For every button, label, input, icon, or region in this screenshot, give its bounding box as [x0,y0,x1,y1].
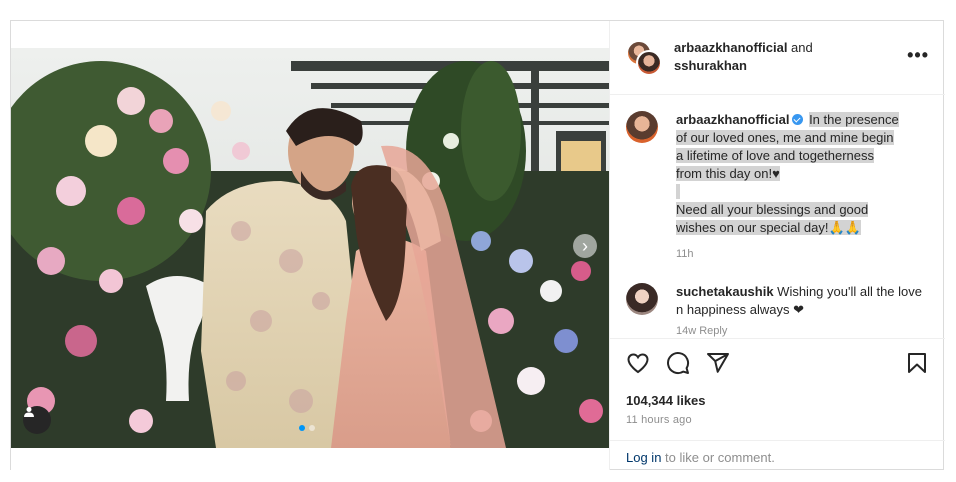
collab-avatars[interactable] [626,40,662,76]
likes-count[interactable]: 104,344 likes [626,393,706,408]
verified-badge-icon [792,114,804,125]
login-prompt: Log in to like or comment. [610,440,945,471]
post-caption: arbaazkhanofficial In the presence of ou… [676,111,916,263]
post-timestamp[interactable]: 11 hours ago [626,414,692,426]
more-options-button[interactable]: ••• [907,45,929,66]
comments-section[interactable]: arbaazkhanofficial In the presence of ou… [610,95,945,338]
caption-time[interactable]: 11h [676,245,916,263]
login-prompt-rest: to like or comment. [661,450,775,465]
caption-blank-line [676,184,680,199]
login-link[interactable]: Log in [626,450,661,465]
post-card: › arbaazkhanofficial and sshurakhan ••• … [10,20,945,470]
tagged-users-button[interactable] [23,406,51,434]
author-link[interactable]: arbaazkhanofficial [674,40,787,55]
action-bar [610,338,945,387]
caption-username[interactable]: arbaazkhanofficial [676,112,789,127]
wedding-photo [11,21,609,470]
carousel-dot-active [299,425,305,431]
comment-meta[interactable]: 14w Reply [676,325,727,337]
coauthor-link[interactable]: sshurakhan [674,58,747,73]
comment-icon[interactable] [666,351,690,375]
caption-line: In the presence [809,112,899,127]
avatar[interactable] [626,111,658,143]
next-image-button[interactable]: › [573,234,597,258]
user-tag-icon [24,407,34,417]
caption-line: of our loved ones, me and mine begin [676,130,894,145]
bookmark-icon[interactable] [905,351,929,375]
heart-icon[interactable] [626,351,650,375]
login-prompt-text: Log in to like or comment. [626,450,775,465]
caption-line: a lifetime of love and togetherness [676,148,875,163]
share-icon[interactable] [706,351,730,375]
avatar [636,50,662,76]
caption-line: from this day on!♥ [676,166,780,181]
carousel-dot [309,425,315,431]
chevron-right-icon: › [582,236,588,256]
more-horizontal-icon: ••• [907,45,929,65]
caption-line: wishes on our special day!🙏🙏 [676,220,861,235]
post-authors: arbaazkhanofficial and sshurakhan [674,39,813,75]
avatar[interactable] [626,283,658,315]
authors-joiner: and [787,40,813,55]
caption-line: Need all your blessings and good [676,202,869,217]
post-sidebar: arbaazkhanofficial and sshurakhan ••• ar… [609,21,945,470]
comment: suchetakaushik Wishing you'll all the lo… [676,283,926,319]
comment-username[interactable]: suchetakaushik [676,284,774,299]
carousel-indicator [299,425,315,431]
post-header: arbaazkhanofficial and sshurakhan ••• [610,21,945,95]
post-image[interactable]: › [11,21,609,470]
